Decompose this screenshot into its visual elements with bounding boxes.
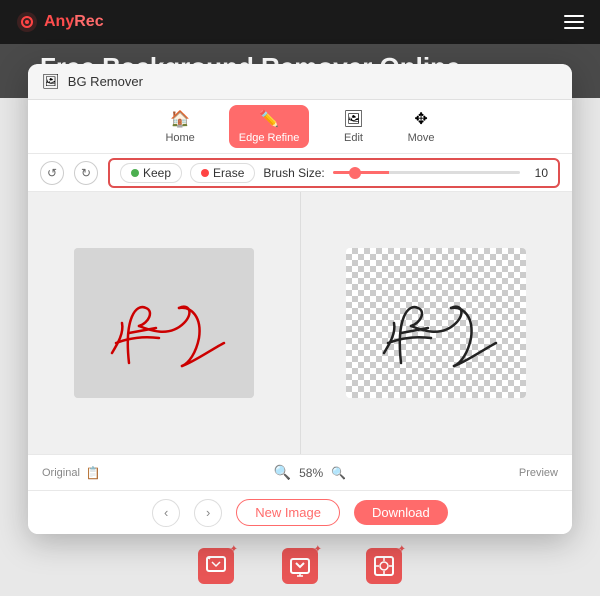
feature-icon-2 — [288, 554, 312, 578]
edge-refine-icon: ✏️ — [259, 109, 279, 129]
home-icon: 🏠 — [170, 109, 190, 129]
zoom-value: 58% — [299, 466, 323, 480]
zoom-out-icon[interactable]: 🔍 — [274, 464, 291, 481]
keep-dot — [131, 169, 139, 177]
tab-home-label: Home — [165, 132, 194, 144]
feature-icon-3 — [372, 554, 396, 578]
bg-remover-modal: 🖼 BG Remover 🏠 Home ✏️ Edge Refine 🖼 Edi… — [28, 64, 572, 534]
erase-button[interactable]: Erase — [190, 163, 255, 183]
brush-size-label: Brush Size: — [263, 166, 324, 180]
keep-button[interactable]: Keep — [120, 163, 182, 183]
logo: AnyRec — [16, 11, 104, 33]
tab-edit[interactable]: 🖼 Edit — [333, 105, 373, 148]
feature-icon-1 — [204, 554, 228, 578]
zoom-in-icon[interactable]: 🔍 — [331, 466, 346, 480]
bottom-icons-area: ✦ ✦ ✦ — [0, 536, 600, 596]
bottom-icon-2: ✦ — [278, 544, 322, 588]
brush-controls-bar: ↺ ↻ Keep Erase Brush Size: 10 — [28, 154, 572, 192]
bottom-icon-inner-3 — [366, 548, 402, 584]
next-arrow[interactable]: › — [194, 499, 222, 527]
edit-icon: 🖼 — [343, 109, 363, 129]
tab-edit-label: Edit — [344, 132, 363, 144]
redo-button[interactable]: ↻ — [74, 161, 98, 185]
tab-move-label: Move — [408, 132, 435, 144]
prev-arrow[interactable]: ‹ — [152, 499, 180, 527]
move-icon: ✥ — [414, 109, 427, 129]
tab-edge-refine-label: Edge Refine — [239, 132, 300, 144]
sparkle-1: ✦ — [230, 544, 238, 555]
logo-text: AnyRec — [44, 13, 104, 31]
top-navigation: AnyRec — [0, 0, 600, 44]
preview-canvas — [301, 192, 573, 454]
preview-image — [346, 248, 526, 398]
footer-left: Original 📋 — [42, 466, 101, 480]
bottom-icon-inner-2 — [282, 548, 318, 584]
original-canvas — [28, 192, 300, 454]
page-background: AnyRec Free Background Remover Online 🖼 … — [0, 0, 600, 596]
brush-size-value: 10 — [528, 166, 548, 180]
toolbar: 🏠 Home ✏️ Edge Refine 🖼 Edit ✥ Move — [28, 100, 572, 154]
keep-label: Keep — [143, 166, 171, 180]
hamburger-button[interactable] — [564, 15, 584, 29]
new-image-button[interactable]: New Image — [236, 499, 340, 526]
erase-label: Erase — [213, 166, 244, 180]
footer-center: 🔍 58% 🔍 — [274, 464, 346, 481]
modal-header-icon: 🖼 — [42, 73, 60, 90]
download-button[interactable]: Download — [354, 500, 448, 525]
tab-home[interactable]: 🏠 Home — [155, 105, 204, 148]
erase-dot — [201, 169, 209, 177]
bottom-icon-3: ✦ — [362, 544, 406, 588]
footer-bar: Original 📋 🔍 58% 🔍 Preview — [28, 454, 572, 490]
preview-signature — [346, 248, 526, 398]
bottom-icon-inner-1 — [198, 548, 234, 584]
preview-label: Preview — [519, 467, 558, 479]
canvas-area — [28, 192, 572, 454]
sparkle-3: ✦ — [398, 544, 406, 555]
sparkle-2: ✦ — [314, 544, 322, 555]
original-signature — [74, 248, 254, 398]
action-bar: ‹ › New Image Download — [28, 490, 572, 534]
bottom-icon-1: ✦ — [194, 544, 238, 588]
modal-header: 🖼 BG Remover — [28, 64, 572, 100]
copy-icon: 📋 — [86, 466, 101, 480]
tab-edge-refine[interactable]: ✏️ Edge Refine — [229, 105, 310, 148]
undo-button[interactable]: ↺ — [40, 161, 64, 185]
original-label: Original — [42, 467, 80, 479]
logo-icon — [16, 11, 38, 33]
tab-move[interactable]: ✥ Move — [398, 105, 445, 148]
original-image — [74, 248, 254, 398]
brush-controls-box: Keep Erase Brush Size: 10 — [108, 158, 560, 188]
modal-header-title: BG Remover — [68, 74, 143, 89]
brush-size-slider[interactable] — [333, 171, 520, 174]
